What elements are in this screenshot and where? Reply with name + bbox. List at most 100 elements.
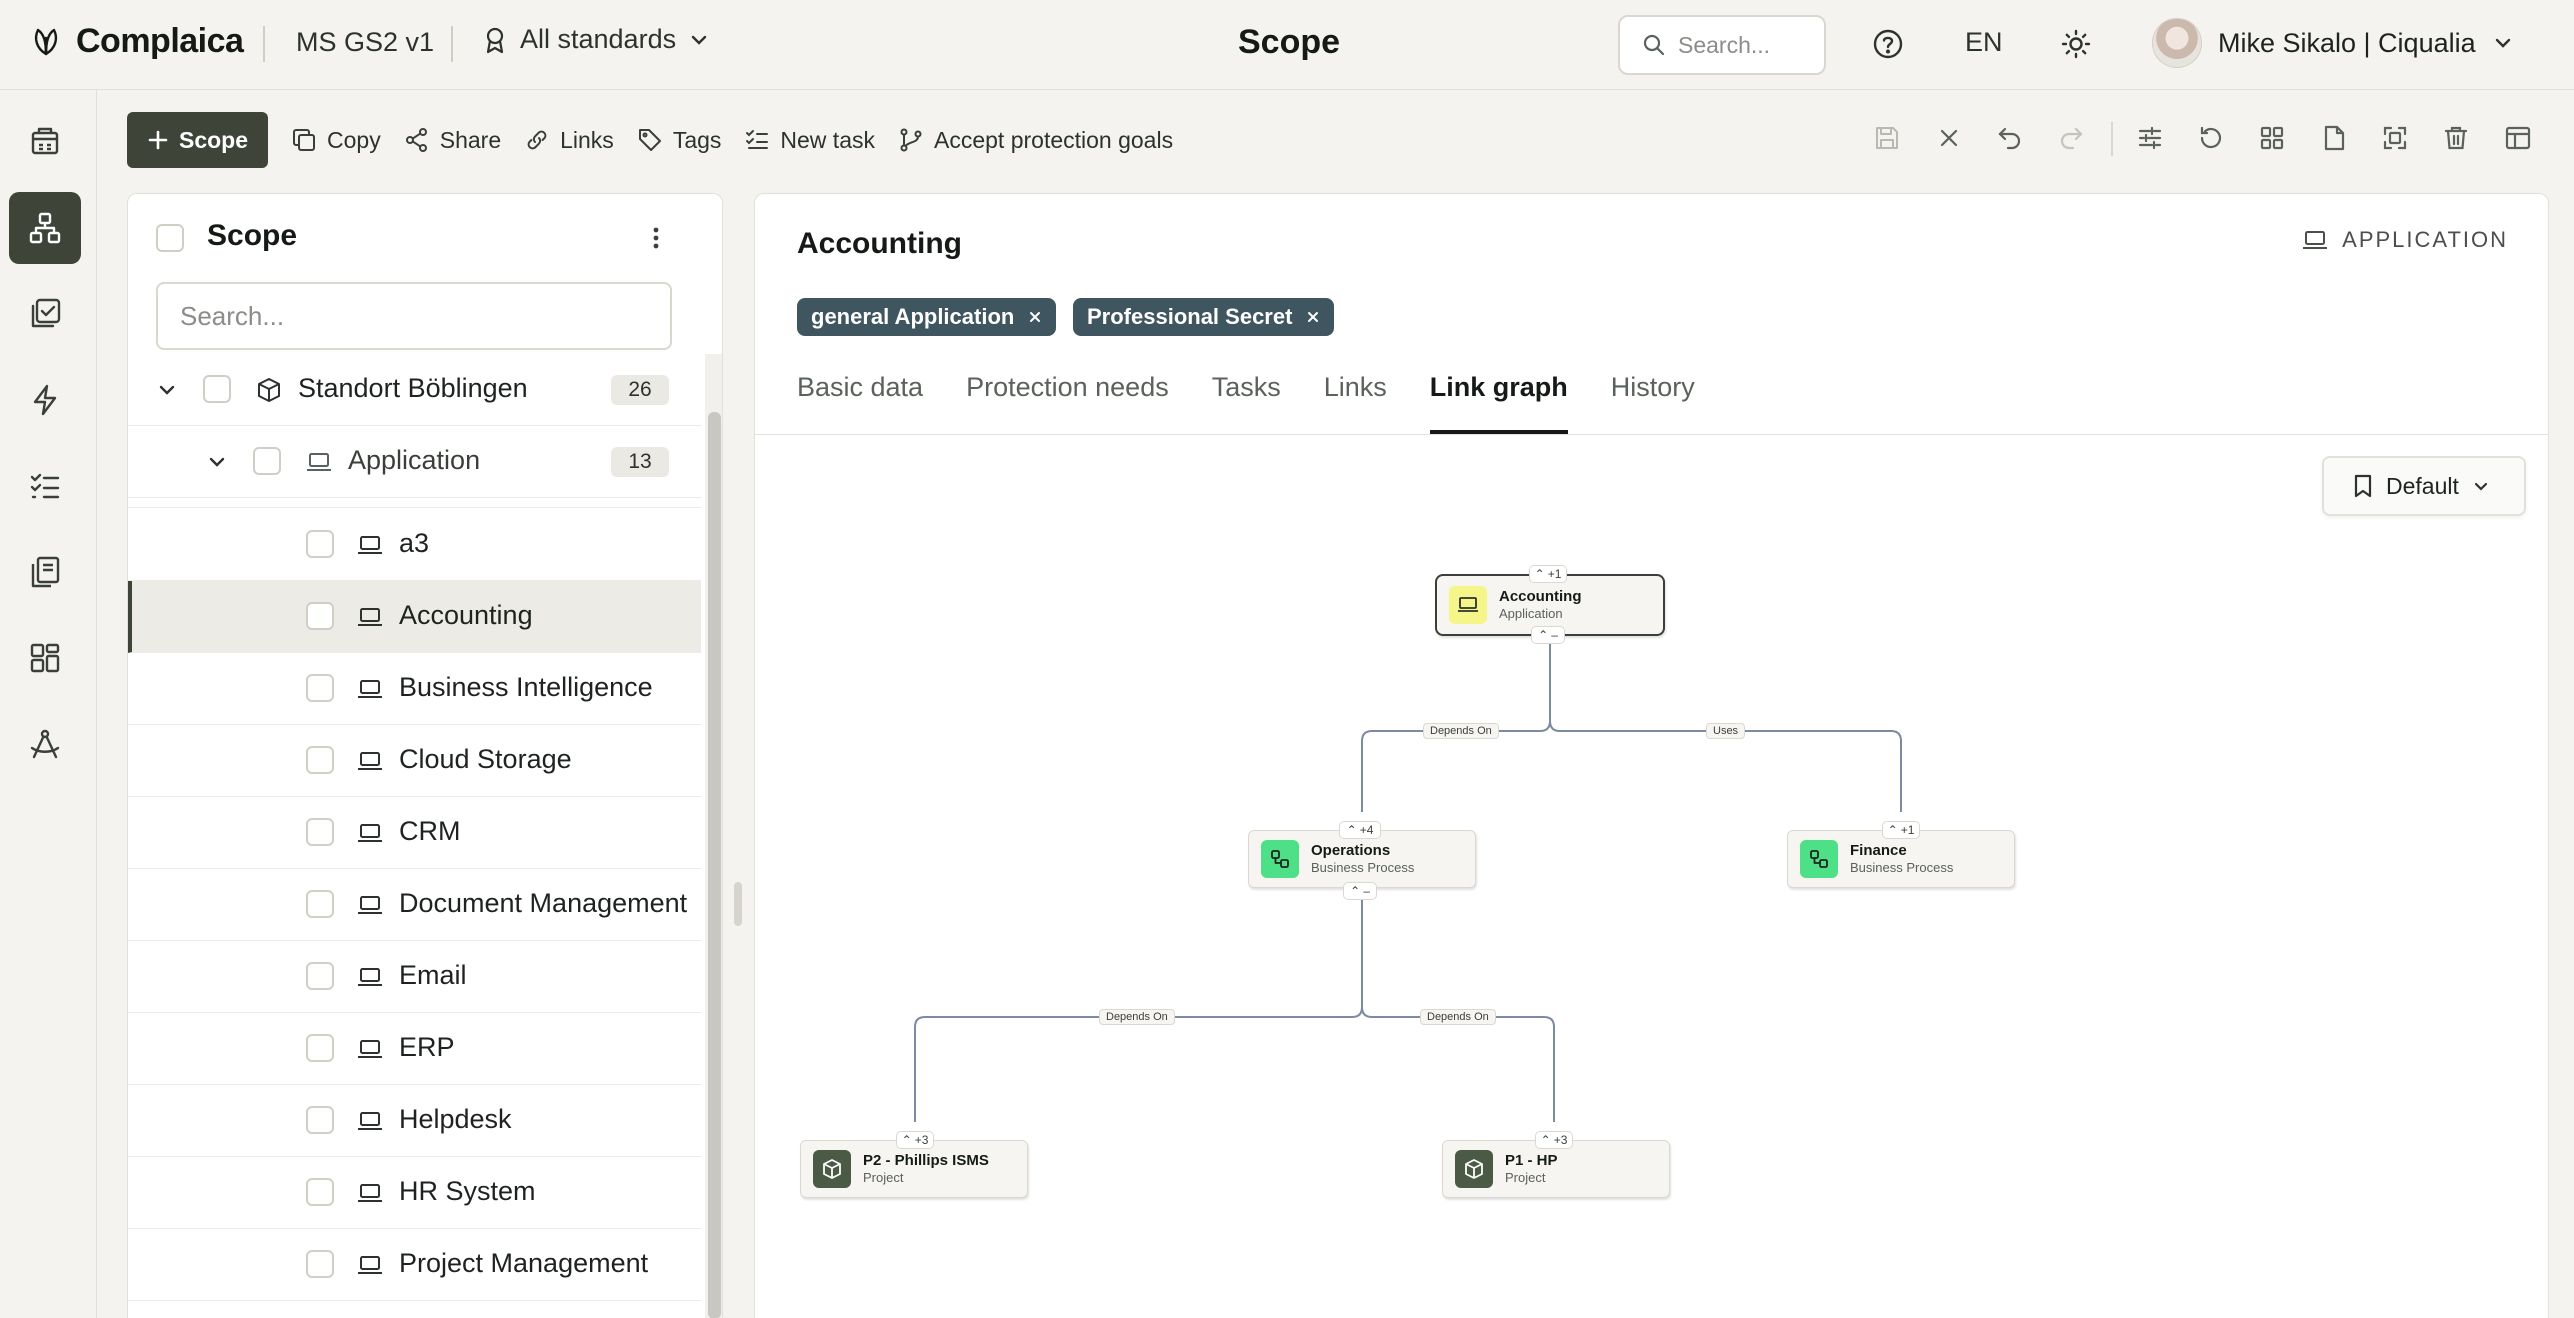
- language-switch[interactable]: EN: [1965, 27, 2003, 58]
- hierarchy-icon[interactable]: [9, 192, 81, 264]
- version-label[interactable]: MS GS2 v1: [296, 27, 434, 58]
- checklist-icon[interactable]: [9, 278, 81, 350]
- accept-protection-goals-button[interactable]: Accept protection goals: [898, 127, 1173, 154]
- tree-row-item[interactable]: Business Intelligence: [128, 653, 701, 725]
- cube-icon: [813, 1150, 851, 1188]
- tree-label: HR System: [399, 1176, 536, 1206]
- scrollbar-thumb[interactable]: [708, 412, 721, 1318]
- save-icon[interactable]: [1873, 124, 1901, 152]
- expand-up-button[interactable]: ⌃ +1: [1882, 821, 1920, 839]
- share-label: Share: [439, 126, 502, 153]
- table-layout-icon[interactable]: [2504, 124, 2532, 152]
- tree-row-item[interactable]: a3: [128, 509, 701, 581]
- tree-row-item[interactable]: HR System: [128, 1157, 701, 1229]
- expand-up-button[interactable]: ⌃ +4: [1339, 821, 1381, 839]
- laptop-icon: [356, 748, 384, 774]
- tree-row-item[interactable]: Document Management: [128, 869, 701, 941]
- tree-checkbox[interactable]: [306, 1178, 334, 1206]
- global-search-input[interactable]: Search...: [1618, 15, 1826, 75]
- user-menu[interactable]: Mike Sikalo | Ciqualia: [2152, 18, 2514, 68]
- fit-screen-icon[interactable]: [2381, 124, 2409, 152]
- tree-row-item[interactable]: Email: [128, 941, 701, 1013]
- tree-label: a3: [399, 528, 430, 558]
- copy-icon: [291, 127, 317, 153]
- library-icon[interactable]: [9, 536, 81, 608]
- laptop-icon: [356, 1108, 384, 1134]
- refresh-icon[interactable]: [2197, 124, 2225, 152]
- tree-checkbox[interactable]: [306, 746, 334, 774]
- node-type: Project: [863, 1170, 904, 1185]
- expand-up-button[interactable]: ⌃ +3: [896, 1131, 934, 1149]
- tree-checkbox[interactable]: [306, 818, 334, 846]
- edge-label: Depends On: [1099, 1009, 1175, 1025]
- tree-label: Standort Böblingen: [298, 373, 528, 403]
- tree-checkbox[interactable]: [306, 602, 334, 630]
- redo-icon[interactable]: [2057, 124, 2085, 152]
- tree-row-item[interactable]: Cloud Storage: [128, 725, 701, 797]
- expand-up-button[interactable]: ⌃ +3: [1535, 1131, 1573, 1149]
- laptop-icon: [356, 1180, 384, 1206]
- tree-row-item[interactable]: ERP: [128, 1013, 701, 1085]
- share-button[interactable]: Share: [404, 127, 501, 154]
- tree-checkbox[interactable]: [306, 890, 334, 918]
- copy-button[interactable]: Copy: [291, 127, 381, 154]
- expand-down-button[interactable]: ⌃ –: [1343, 882, 1377, 900]
- dashboard-icon[interactable]: [9, 105, 81, 177]
- new-task-label: New task: [780, 126, 875, 153]
- tree-row-root[interactable]: Standort Böblingen 26: [128, 354, 701, 426]
- add-scope-button[interactable]: Scope: [127, 112, 269, 168]
- panel-resize-handle[interactable]: [734, 882, 742, 926]
- chevron-down-icon: [688, 29, 710, 51]
- tree-checkbox[interactable]: [306, 674, 334, 702]
- help-icon[interactable]: [1872, 28, 1904, 60]
- grid-icon[interactable]: [9, 622, 81, 694]
- tree-row-item[interactable]: Helpdesk: [128, 1085, 701, 1157]
- tree-checkbox[interactable]: [306, 1250, 334, 1278]
- undo-icon[interactable]: [1996, 124, 2024, 152]
- tree-checkbox[interactable]: [306, 1034, 334, 1062]
- compass-icon[interactable]: [9, 708, 81, 780]
- tree-checkbox[interactable]: [306, 1106, 334, 1134]
- document-icon[interactable]: [2320, 124, 2348, 152]
- tree-row-item[interactable]: Project Management: [128, 1229, 701, 1301]
- tags-button[interactable]: Tags: [637, 127, 721, 154]
- close-icon[interactable]: [1935, 124, 1963, 152]
- select-all-checkbox[interactable]: [156, 224, 184, 252]
- expand-down-button[interactable]: ⌃ –: [1531, 626, 1565, 644]
- brand-logo[interactable]: Complaica: [30, 22, 244, 61]
- tree-label: Business Intelligence: [399, 672, 653, 702]
- link-graph-canvas[interactable]: Depends On Uses Depends On Depends On Ac…: [755, 194, 2548, 1318]
- new-task-button[interactable]: New task: [744, 127, 875, 154]
- tree-checkbox[interactable]: [306, 530, 334, 558]
- tree-row-item[interactable]: CRM: [128, 797, 701, 869]
- expand-up-button[interactable]: ⌃ +1: [1529, 565, 1567, 583]
- bolt-icon[interactable]: [9, 364, 81, 436]
- chevron-down-icon[interactable]: [155, 378, 179, 402]
- award-icon: [482, 26, 508, 54]
- plus-icon: [147, 129, 169, 151]
- scope-tree-panel: Scope Search... Standort Böblingen 26 Ap…: [127, 193, 723, 1318]
- chevron-down-icon[interactable]: [205, 450, 229, 474]
- tree-checkbox[interactable]: [203, 375, 231, 403]
- expand-count: +3: [914, 1133, 929, 1147]
- theme-sun-icon[interactable]: [2060, 28, 2092, 60]
- tree-row-item[interactable]: Accounting: [128, 581, 701, 653]
- tasks-icon[interactable]: [9, 450, 81, 522]
- sliders-icon[interactable]: [2136, 124, 2164, 152]
- tree-label: Application: [348, 445, 481, 475]
- expand-count: –: [1363, 884, 1370, 898]
- git-branch-icon: [898, 127, 924, 153]
- tree-checkbox[interactable]: [306, 962, 334, 990]
- link-icon: [524, 127, 550, 153]
- tree-row-group[interactable]: Application 13: [128, 426, 701, 498]
- trash-icon[interactable]: [2442, 124, 2470, 152]
- search-icon: [1642, 33, 1666, 57]
- standards-dropdown[interactable]: All standards: [482, 24, 710, 55]
- tree-checkbox[interactable]: [253, 447, 281, 475]
- more-vertical-icon[interactable]: [648, 222, 664, 254]
- layout-grid-icon[interactable]: [2258, 124, 2286, 152]
- workflow-icon: [1800, 840, 1838, 878]
- tree-search-input[interactable]: Search...: [156, 282, 672, 350]
- links-button[interactable]: Links: [524, 127, 614, 154]
- top-bar: Complaica MS GS2 v1 All standards Scope …: [0, 0, 2574, 90]
